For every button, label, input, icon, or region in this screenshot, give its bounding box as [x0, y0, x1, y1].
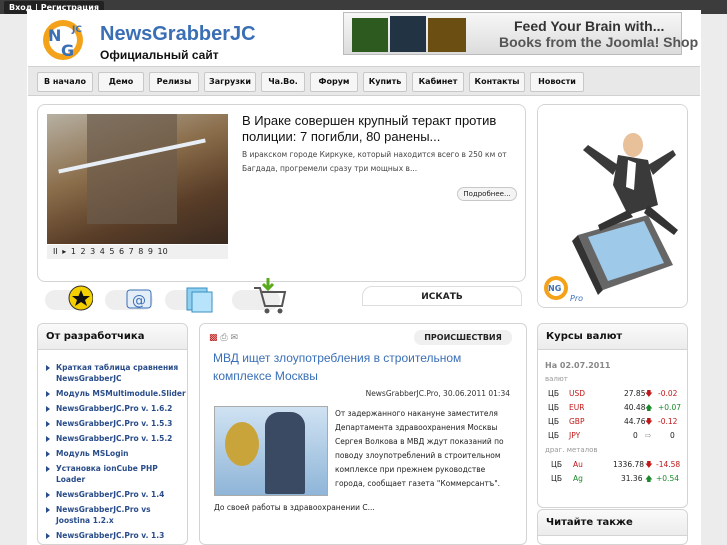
- rate-row: ЦБ EUR 40.48 🡅 +0.07: [545, 401, 685, 415]
- nav-item-forum[interactable]: Форум: [310, 72, 358, 92]
- featured-news-text: В иракском городе Киркуке, который наход…: [242, 150, 507, 173]
- main-navigation: В начало Демо Релизы Загрузки Ча.Во. Фор…: [28, 66, 700, 96]
- nav-item-releases[interactable]: Релизы: [149, 72, 199, 92]
- developer-link[interactable]: NewsGrabberJC.Pro v. 1.4: [45, 489, 187, 500]
- svg-text:NG: NG: [548, 284, 561, 293]
- print-icon[interactable]: ⎙: [220, 333, 227, 343]
- folders-icon[interactable]: [165, 287, 213, 313]
- arrow-right-icon: ⇨: [645, 431, 652, 440]
- read-also-title: Читайте также: [538, 510, 687, 536]
- metal-row: ЦБ Au 1336.78 🡇 -14.58: [545, 458, 685, 472]
- search-tab[interactable]: ИСКАТЬ: [362, 286, 522, 306]
- joomla-shop-banner[interactable]: Feed Your Brain with... Books from the J…: [343, 12, 698, 55]
- email-icon[interactable]: @: [105, 289, 153, 310]
- article-tools: ▩ ⎙ ✉: [209, 333, 238, 343]
- site-logo[interactable]: N G JC: [37, 14, 93, 62]
- rate-row: ЦБ GBP 44.76 🡇 -0.12: [545, 415, 685, 429]
- developer-links: Краткая таблица сравнения NewsGrabberJC …: [45, 362, 187, 545]
- svg-text:JC: JC: [71, 25, 82, 35]
- nav-item-contacts[interactable]: Контакты: [469, 72, 525, 92]
- arrow-down-icon: 🡇: [645, 417, 653, 426]
- nav-item-cabinet[interactable]: Кабинет: [412, 72, 464, 92]
- rate-row: ЦБ JPY 0 ⇨ 0: [545, 429, 685, 443]
- slider-pager[interactable]: II ▸ 1 2 3 4 5 6 7 8 9 10: [47, 245, 228, 259]
- read-also-box: Читайте также: [537, 509, 688, 545]
- rates-metals-label: драг. металов: [545, 446, 598, 454]
- arrow-up-icon: 🡅: [645, 403, 653, 412]
- currency-rates-title: Курсы валют: [538, 324, 687, 350]
- developer-link[interactable]: NewsGrabberJC.Pro vs Joostina 1.2.x: [45, 504, 187, 526]
- rates-date: На 02.07.2011: [545, 361, 611, 370]
- nav-item-faq[interactable]: Ча.Во.: [261, 72, 305, 92]
- pro-promo-image[interactable]: NG Pro: [537, 104, 688, 308]
- banner-line-1: Feed Your Brain with...: [514, 18, 665, 34]
- email-icon[interactable]: ✉: [230, 333, 238, 343]
- books-image: [350, 15, 480, 53]
- developer-link[interactable]: NewsGrabberJC.Pro v. 1.5.3: [45, 418, 187, 429]
- article-meta: NewsGrabberJC.Pro, 30.06.2011 01:34: [365, 389, 510, 398]
- arrow-up-icon: 🡅: [645, 474, 653, 483]
- nav-item-downloads[interactable]: Загрузки: [204, 72, 256, 92]
- article-category[interactable]: ПРОИСШЕСТВИЯ: [414, 330, 512, 345]
- featured-news-title[interactable]: В Ираке совершен крупный теракт против п…: [242, 113, 517, 145]
- article-title[interactable]: МВД ищет злоупотребления в строительном …: [213, 349, 513, 385]
- rates-currency-label: валют: [545, 375, 568, 383]
- article-text-body: От задержанного накануне заместителя Деп…: [335, 409, 504, 488]
- site-name[interactable]: NewsGrabberJC: [100, 23, 256, 46]
- developer-link[interactable]: NewsGrabberJC.Pro v. 1.3: [45, 530, 187, 541]
- rate-row: ЦБ USD 27.85 🡇 -0.02: [545, 387, 685, 401]
- shopping-cart-icon[interactable]: [232, 278, 287, 314]
- developer-link[interactable]: Установка ionCube PHP Loader: [45, 463, 187, 485]
- svg-text:N: N: [48, 26, 61, 45]
- article-text-continued: До своей работы в здравоохранении С...: [214, 503, 375, 512]
- featured-news-image[interactable]: [47, 114, 228, 244]
- nav-item-news[interactable]: Новости: [530, 72, 584, 92]
- developer-box-title: От разработчика: [38, 324, 187, 350]
- article-text: От задержанного накануне заместителя Деп…: [214, 407, 510, 515]
- svg-text:@: @: [132, 293, 146, 309]
- svg-text:G: G: [61, 41, 74, 60]
- arrow-down-icon: 🡇: [645, 389, 653, 398]
- nav-item-demo[interactable]: Демо: [98, 72, 144, 92]
- banner-line-2: Books from the Joomla! Shop: [499, 34, 699, 50]
- developer-link[interactable]: Модуль MSMultimodule.Slider: [45, 388, 187, 399]
- site-subtitle: Официальный сайт: [100, 48, 219, 62]
- nav-item-buy[interactable]: Купить: [363, 72, 407, 92]
- svg-text:Pro: Pro: [570, 294, 583, 303]
- metal-row: ЦБ Ag 31.36 🡅 +0.54: [545, 472, 685, 486]
- arrow-down-icon: 🡇: [645, 460, 653, 469]
- developer-link[interactable]: Модуль MSLogin: [45, 448, 187, 459]
- nav-item-home[interactable]: В начало: [37, 72, 93, 92]
- pdf-icon[interactable]: ▩: [209, 333, 218, 343]
- read-more-button[interactable]: Подробнее...: [457, 187, 517, 201]
- developer-link[interactable]: NewsGrabberJC.Pro v. 1.6.2: [45, 403, 187, 414]
- developer-link[interactable]: NewsGrabberJC.Pro v. 1.5.2: [45, 433, 187, 444]
- favorites-star-icon[interactable]: [45, 285, 93, 311]
- developer-link[interactable]: Краткая таблица сравнения NewsGrabberJC: [45, 362, 187, 384]
